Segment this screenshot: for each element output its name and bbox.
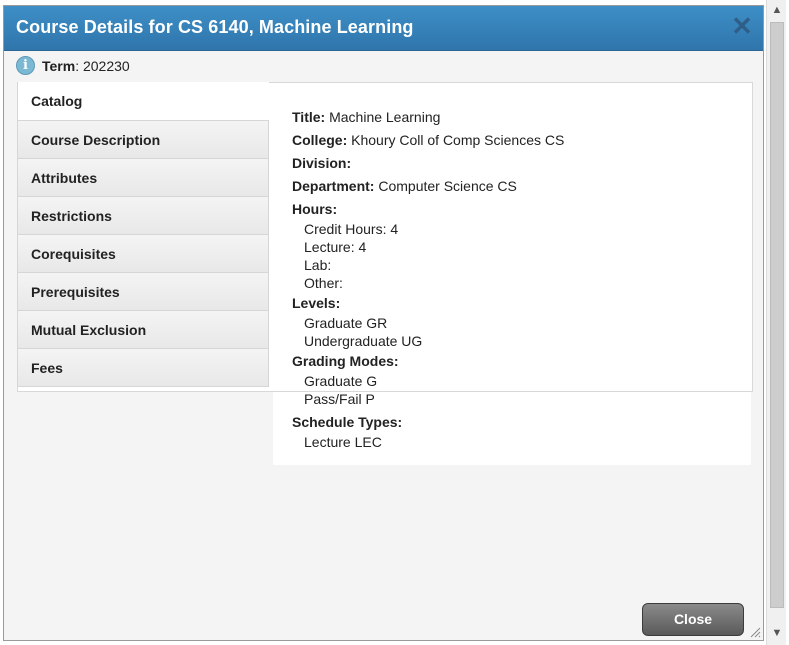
department-label: Department: [292,178,375,194]
term-label: Term [42,57,76,74]
dialog-title: Course Details for CS 6140, Machine Lear… [16,17,414,37]
title-value: Machine Learning [329,109,441,125]
grading-label: Grading Modes: [292,353,399,369]
department-value: Computer Science CS [378,178,517,194]
level-item: Undergraduate UG [304,333,423,349]
catalog-details: Title: Machine Learning College: Khoury … [292,106,564,451]
schedule-item: Lecture LEC [304,434,382,450]
tab-fees[interactable]: Fees [17,349,269,387]
scroll-thumb[interactable] [770,22,784,608]
lab-hours: Lab: [304,257,332,273]
college-label: College: [292,132,348,148]
term-line: i Term : 202230 [16,56,130,75]
tab-restrictions[interactable]: Restrictions [17,197,269,235]
tab-prerequisites[interactable]: Prerequisites [17,273,269,311]
page-scrollbar[interactable]: ▲ ▼ [766,0,786,645]
info-icon: i [16,56,35,75]
college-row: College: Khoury Coll of Comp Sciences CS [292,129,564,151]
tab-list: Catalog Course Description Attributes Re… [17,82,269,387]
division-label: Division: [292,155,352,171]
tab-mutual-exclusion[interactable]: Mutual Exclusion [17,311,269,349]
close-button[interactable]: Close [642,603,744,636]
scroll-down-icon[interactable]: ▼ [771,627,783,639]
grading-row: Grading Modes: [292,350,564,372]
other-hours: Other: [304,275,343,291]
scroll-up-icon[interactable]: ▲ [771,4,783,16]
tab-attributes[interactable]: Attributes [17,159,269,197]
division-row: Division: [292,152,564,174]
schedule-row: Schedule Types: [292,411,564,433]
term-value: : 202230 [75,57,130,74]
schedule-label: Schedule Types: [292,414,403,430]
tab-course-description[interactable]: Course Description [17,121,269,159]
course-details-dialog: Course Details for CS 6140, Machine Lear… [3,5,764,641]
title-row: Title: Machine Learning [292,106,564,128]
hours-row: Hours: [292,198,564,220]
levels-label: Levels: [292,295,341,311]
levels-row: Levels: [292,292,564,314]
level-item: Graduate GR [304,315,388,331]
hours-label: Hours: [292,201,338,217]
college-value: Khoury Coll of Comp Sciences CS [351,132,565,148]
department-row: Department: Computer Science CS [292,175,564,197]
resize-grip-icon[interactable] [749,626,761,638]
tab-corequisites[interactable]: Corequisites [17,235,269,273]
tab-catalog[interactable]: Catalog [17,82,269,121]
grading-item: Graduate G [304,373,378,389]
grading-item: Pass/Fail P [304,391,375,407]
lecture-hours: Lecture: 4 [304,239,367,255]
dialog-titlebar[interactable]: Course Details for CS 6140, Machine Lear… [4,6,763,51]
title-label: Title: [292,109,326,125]
close-icon[interactable]: ✕ [731,13,753,39]
credit-hours: Credit Hours: 4 [304,221,399,237]
